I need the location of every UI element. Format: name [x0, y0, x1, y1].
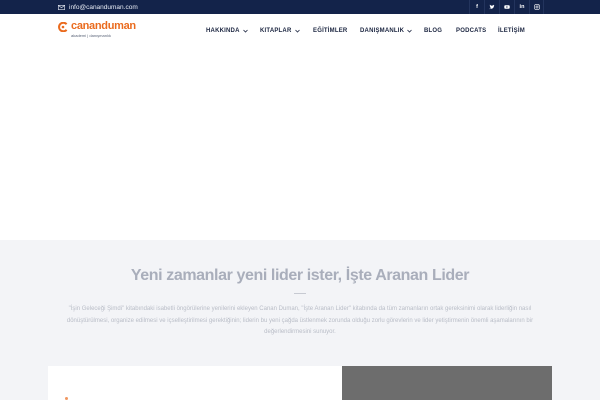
- hero-banner: [0, 47, 600, 240]
- nav-label: HAKKINDA: [206, 27, 240, 34]
- contact-email-link[interactable]: info@cananduman.com: [58, 0, 138, 14]
- social-links: f in: [469, 0, 544, 14]
- nav-label: İLETİŞİM: [498, 27, 525, 34]
- nav-item-iletisim[interactable]: İLETİŞİM: [498, 14, 525, 47]
- nav-item-danismanlik[interactable]: DANIŞMANLIK: [360, 14, 412, 47]
- nav-label: EĞİTİMLER: [313, 27, 348, 34]
- nav-label: KITAPLAR: [260, 27, 292, 34]
- contact-email: info@cananduman.com: [69, 3, 138, 11]
- instagram-icon: [533, 4, 540, 10]
- main-nav: HAKKINDA KITAPLAR EĞİTİMLER DANIŞMANLIK …: [0, 14, 600, 47]
- facebook-link[interactable]: f: [469, 0, 484, 14]
- youtube-icon: [504, 5, 510, 9]
- nav-label: BLOG: [424, 27, 443, 34]
- media-card[interactable]: [342, 366, 552, 400]
- facebook-icon: f: [476, 4, 478, 10]
- nav-label: PODCATS: [456, 27, 487, 34]
- twitter-link[interactable]: [484, 0, 499, 14]
- linkedin-link[interactable]: in: [514, 0, 529, 14]
- nav-item-egitimler[interactable]: EĞİTİMLER: [313, 14, 347, 47]
- instagram-link[interactable]: [529, 0, 544, 14]
- chevron-down-icon: [294, 29, 300, 33]
- nav-item-podcats[interactable]: PODCATS: [456, 14, 486, 47]
- nav-item-hakkinda[interactable]: HAKKINDA: [206, 14, 248, 47]
- nav-item-kitaplar[interactable]: KITAPLAR: [260, 14, 300, 47]
- chevron-down-icon: [407, 29, 412, 33]
- mail-icon: [58, 4, 65, 10]
- title-divider: [294, 293, 306, 294]
- section-description: "İşin Geleceği Şimdi" kitabındaki isabet…: [66, 306, 534, 335]
- nav-label: DANIŞMANLIK: [360, 27, 405, 34]
- top-bar: info@cananduman.com f in: [0, 0, 600, 14]
- content-card: [48, 366, 342, 400]
- linkedin-icon: in: [519, 4, 525, 10]
- youtube-link[interactable]: [499, 0, 514, 14]
- chevron-down-icon: [242, 29, 248, 33]
- section-title: Yeni zamanlar yeni lider ister, İşte Ara…: [130, 267, 470, 284]
- nav-item-blog[interactable]: BLOG: [424, 14, 442, 47]
- twitter-icon: [489, 4, 495, 10]
